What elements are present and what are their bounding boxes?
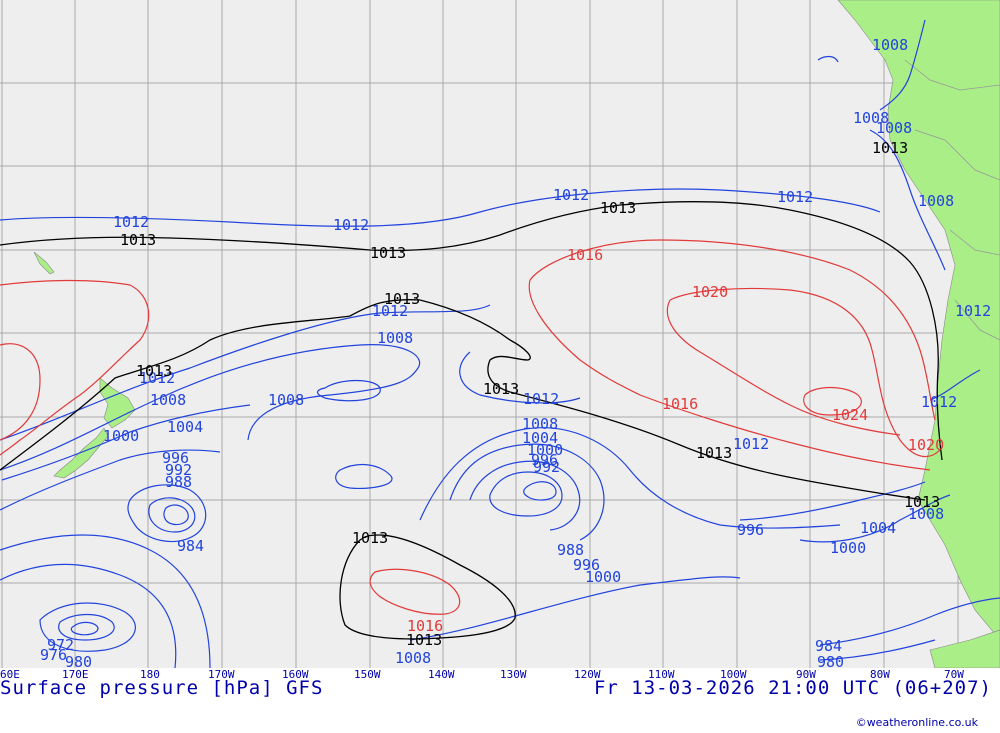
isobar-label: 1013 (120, 231, 156, 249)
isobars-high (0, 239, 941, 615)
isobar-label: 1012 (113, 213, 149, 231)
new-caledonia-land (33, 251, 55, 275)
isobar-label: 1012 (553, 186, 589, 204)
isobar-label: 1013 (872, 139, 908, 157)
isobar-label: 1008 (876, 119, 912, 137)
isobar-label: 972 (47, 636, 74, 654)
isobar-label: 980 (65, 653, 92, 668)
isobars-low (0, 19, 1000, 668)
isobar-label: 980 (817, 653, 844, 668)
isobar-label: 1016 (662, 395, 698, 413)
isobar-label: 1012 (921, 393, 957, 411)
isobar-label: 1013 (483, 380, 519, 398)
isobar-label: 1012 (733, 435, 769, 453)
longitude-label: 130W (500, 668, 527, 681)
isobar-label: 1012 (523, 390, 559, 408)
isobar-label: 1008 (918, 192, 954, 210)
isobar-label: 1000 (585, 568, 621, 586)
tierra-del-fuego-land (929, 629, 1000, 668)
map-title: Surface pressure [hPa] GFS (0, 677, 324, 699)
isobar-label: 1013 (352, 529, 388, 547)
longitude-label: 150W (354, 668, 381, 681)
isobar-label: 1008 (150, 391, 186, 409)
isobars-standard (0, 201, 943, 640)
isobar-label: 1012 (955, 302, 991, 320)
isobar-label: 1020 (908, 436, 944, 454)
isobar-label: 988 (165, 473, 192, 491)
isobar-label: 1012 (777, 188, 813, 206)
isobar-label: 1024 (832, 406, 868, 424)
isobar-label: 1004 (860, 519, 896, 537)
isobar-label: 1012 (333, 216, 369, 234)
isobar-label: 1013 (904, 493, 940, 511)
longitude-label: 140W (428, 668, 455, 681)
isobar-label: 1008 (395, 649, 431, 667)
isobar-label: 1000 (103, 427, 139, 445)
isobar-label: 984 (177, 537, 204, 555)
isobar-label: 1000 (830, 539, 866, 557)
isobar-label: 1008 (268, 391, 304, 409)
site-credit[interactable]: ©weatheronline.co.uk (856, 716, 978, 729)
isobar-label: 1013 (384, 290, 420, 308)
isobar-label: 1004 (167, 418, 203, 436)
isobar-label: 992 (533, 458, 560, 476)
valid-time: Fr 13-03-2026 21:00 UTC (06+207) (593, 677, 992, 699)
land-masses (33, 0, 1000, 668)
map-canvas: 1008 1008 1008 1012 1012 1012 1012 1012 … (0, 0, 1000, 668)
isobar-label: 1008 (872, 36, 908, 54)
isobar-label: 1013 (696, 444, 732, 462)
isobar-label: 1013 (600, 199, 636, 217)
isobar-label: 1020 (692, 283, 728, 301)
isobar-label: 1013 (136, 362, 172, 380)
pressure-map: 1008 1008 1008 1012 1012 1012 1012 1012 … (0, 0, 1000, 668)
isobar-label: 1016 (407, 617, 443, 635)
new-zealand-north-island (99, 377, 136, 429)
isobar-label: 996 (737, 521, 764, 539)
graticule (0, 0, 1000, 668)
isobar-label: 1016 (567, 246, 603, 264)
isobar-label: 1008 (377, 329, 413, 347)
isobar-label: 1013 (370, 244, 406, 262)
